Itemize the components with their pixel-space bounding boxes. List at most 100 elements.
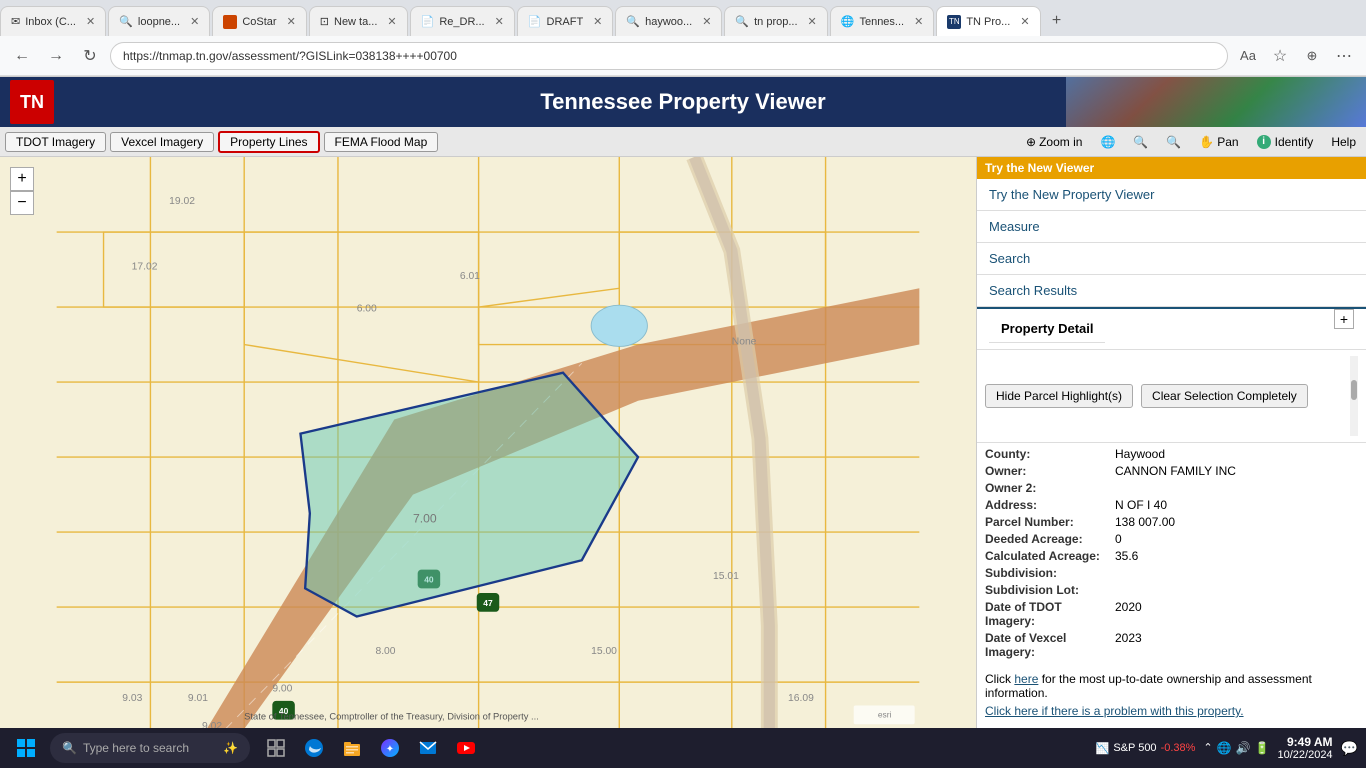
property-rows: County: Haywood Owner: CANNON FAMILY INC… — [977, 443, 1366, 666]
new-tab-button[interactable]: + — [1043, 7, 1071, 35]
windows-icon — [16, 738, 36, 758]
nav-search-results[interactable]: Search Results — [977, 275, 1366, 307]
back-button[interactable]: ← — [8, 42, 36, 70]
collapse-button[interactable]: + — [1334, 309, 1354, 329]
tab-favicon-haywoo: 🔍 — [626, 15, 640, 28]
files-taskbar-button[interactable] — [336, 732, 368, 764]
settings-button[interactable]: ⋯ — [1330, 42, 1358, 70]
copilot-taskbar-button[interactable]: ✦ — [374, 732, 406, 764]
stock-label: S&P 500 — [1113, 742, 1156, 754]
taskbar-search[interactable]: 🔍 Type here to search ✨ — [50, 733, 250, 763]
svg-text:6.00: 6.00 — [357, 304, 377, 315]
svg-text:State of Tennessee, Comptrolle: State of Tennessee, Comptroller of the T… — [244, 712, 539, 722]
zoom-in-icon: ⊕ — [1026, 135, 1036, 149]
reader-mode-button[interactable]: Aa — [1234, 42, 1262, 70]
problem-link[interactable]: Click here if there is a problem with th… — [985, 704, 1244, 718]
layer-tdot-button[interactable]: TDOT Imagery — [5, 132, 106, 152]
tab-loopnet[interactable]: 🔍 loopne... ✕ — [108, 6, 210, 36]
address-row: Address: N OF I 40 — [985, 498, 1358, 512]
tab-tnprop[interactable]: 🔍 tn prop... ✕ — [724, 6, 827, 36]
tab-costar[interactable]: CoStar ✕ — [212, 6, 306, 36]
tab-tennes[interactable]: 🌐 Tennes... ✕ — [830, 6, 935, 36]
battery-icon[interactable]: 🔋 — [1255, 741, 1270, 755]
identify-button[interactable]: i Identify — [1252, 133, 1319, 151]
tab-close-redr[interactable]: ✕ — [495, 15, 504, 28]
favorites-button[interactable]: ☆ — [1266, 42, 1294, 70]
new-viewer-button[interactable]: Try the New Viewer — [977, 157, 1366, 179]
svg-text:✦: ✦ — [386, 744, 394, 755]
network-icon[interactable]: 🌐 — [1217, 741, 1232, 755]
tab-close-tennes[interactable]: ✕ — [914, 15, 923, 28]
hide-highlight-button[interactable]: Hide Parcel Highlight(s) — [985, 384, 1133, 408]
tab-draft[interactable]: 📄 DRAFT ✕ — [517, 6, 614, 36]
tab-bar: ✉ Inbox (C... ✕ 🔍 loopne... ✕ CoStar ✕ ⊡… — [0, 0, 1366, 36]
clear-selection-button[interactable]: Clear Selection Completely — [1141, 384, 1308, 408]
property-detail-section: Property Detail + Hide Parcel Highlight(… — [977, 307, 1366, 729]
tab-close-costar[interactable]: ✕ — [287, 15, 296, 28]
owner2-row: Owner 2: — [985, 481, 1358, 495]
panel-scroll-area[interactable]: County: Haywood Owner: CANNON FAMILY INC… — [977, 443, 1366, 729]
edge-taskbar-button[interactable] — [298, 732, 330, 764]
zoom-extent-icon: 🔍 — [1166, 135, 1181, 149]
help-button[interactable]: Help — [1326, 133, 1361, 151]
mail-taskbar-button[interactable] — [412, 732, 444, 764]
zoom-extent-btn[interactable]: 🔍 — [1161, 133, 1186, 151]
zoom-icon-btn[interactable]: 🔍 — [1128, 133, 1153, 151]
tray-icons: ⌃ 🌐 🔊 🔋 — [1203, 741, 1269, 755]
zoom-in-button[interactable]: ⊕ Zoom in — [1021, 133, 1087, 151]
tab-close-tnpro2[interactable]: ✕ — [1020, 15, 1029, 28]
tab-close-draft[interactable]: ✕ — [593, 15, 602, 28]
tab-tnpro2[interactable]: TN TN Pro... ✕ — [936, 6, 1040, 36]
taskbar-app-icons: ✦ — [260, 732, 482, 764]
chevron-up-icon[interactable]: ⌃ — [1203, 741, 1212, 755]
detail-links: Click here for the most up-to-date owner… — [977, 666, 1366, 728]
tab-haywoo[interactable]: 🔍 haywoo... ✕ — [615, 6, 722, 36]
parcel-row: Parcel Number: 138 007.00 — [985, 515, 1358, 529]
tab-close-newtab[interactable]: ✕ — [387, 15, 396, 28]
map-area[interactable]: 40 47 40 19.02 17.02 6.01 6.00 None 7.00 — [0, 157, 976, 729]
pan-icon: ✋ — [1199, 135, 1214, 149]
forward-button[interactable]: → — [42, 42, 70, 70]
volume-icon[interactable]: 🔊 — [1236, 741, 1251, 755]
nav-measure[interactable]: Measure — [977, 211, 1366, 243]
tab-favicon-redr: 📄 — [421, 15, 435, 28]
tab-favicon-tennes: 🌐 — [841, 15, 855, 28]
pan-button[interactable]: ✋ Pan — [1194, 133, 1243, 151]
nav-search[interactable]: Search — [977, 243, 1366, 275]
app-title: Tennessee Property Viewer — [540, 89, 825, 115]
subdivision-row: Subdivision: — [985, 566, 1358, 580]
address-bar[interactable] — [110, 42, 1228, 70]
search-icon: 🔍 — [62, 741, 77, 755]
zoom-in-map-button[interactable]: + — [10, 167, 34, 191]
layer-fema-button[interactable]: FEMA Flood Map — [324, 132, 439, 152]
tab-close-tnprop[interactable]: ✕ — [808, 15, 817, 28]
taskview-button[interactable] — [260, 732, 292, 764]
svg-text:esri: esri — [878, 710, 892, 720]
svg-text:17.02: 17.02 — [132, 262, 158, 273]
layer-vexcel-button[interactable]: Vexcel Imagery — [110, 132, 214, 152]
tab-redr[interactable]: 📄 Re_DR... ✕ — [410, 6, 515, 36]
browser-ext-button[interactable]: ⊕ — [1298, 42, 1326, 70]
reload-button[interactable]: ↻ — [76, 42, 104, 70]
tab-close-loopnet[interactable]: ✕ — [190, 15, 199, 28]
nav-new-viewer[interactable]: Try the New Property Viewer — [977, 179, 1366, 211]
zoom-out-map-button[interactable]: − — [10, 191, 34, 215]
stock-change: -0.38% — [1161, 742, 1196, 754]
tab-close-haywoo[interactable]: ✕ — [702, 15, 711, 28]
copilot-icon: ✦ — [380, 738, 400, 758]
youtube-taskbar-button[interactable] — [450, 732, 482, 764]
nav-bar: ← → ↻ Aa ☆ ⊕ ⋯ — [0, 36, 1366, 76]
svg-text:9.00: 9.00 — [272, 683, 292, 694]
owner-row: Owner: CANNON FAMILY INC — [985, 464, 1358, 478]
clock[interactable]: 9:49 AM 10/22/2024 — [1278, 735, 1333, 761]
svg-text:15.00: 15.00 — [591, 646, 617, 657]
tab-newtab[interactable]: ⊡ New ta... ✕ — [309, 6, 408, 36]
notifications-icon[interactable]: 💬 — [1341, 740, 1358, 757]
layer-proplines-button[interactable]: Property Lines — [218, 131, 319, 153]
clock-date: 10/22/2024 — [1278, 749, 1333, 761]
tab-inbox[interactable]: ✉ Inbox (C... ✕ — [0, 6, 106, 36]
start-button[interactable] — [8, 733, 44, 763]
ownership-link[interactable]: here — [1014, 672, 1038, 686]
tab-close-inbox[interactable]: ✕ — [86, 15, 95, 28]
globe-icon-btn[interactable]: 🌐 — [1095, 133, 1120, 151]
